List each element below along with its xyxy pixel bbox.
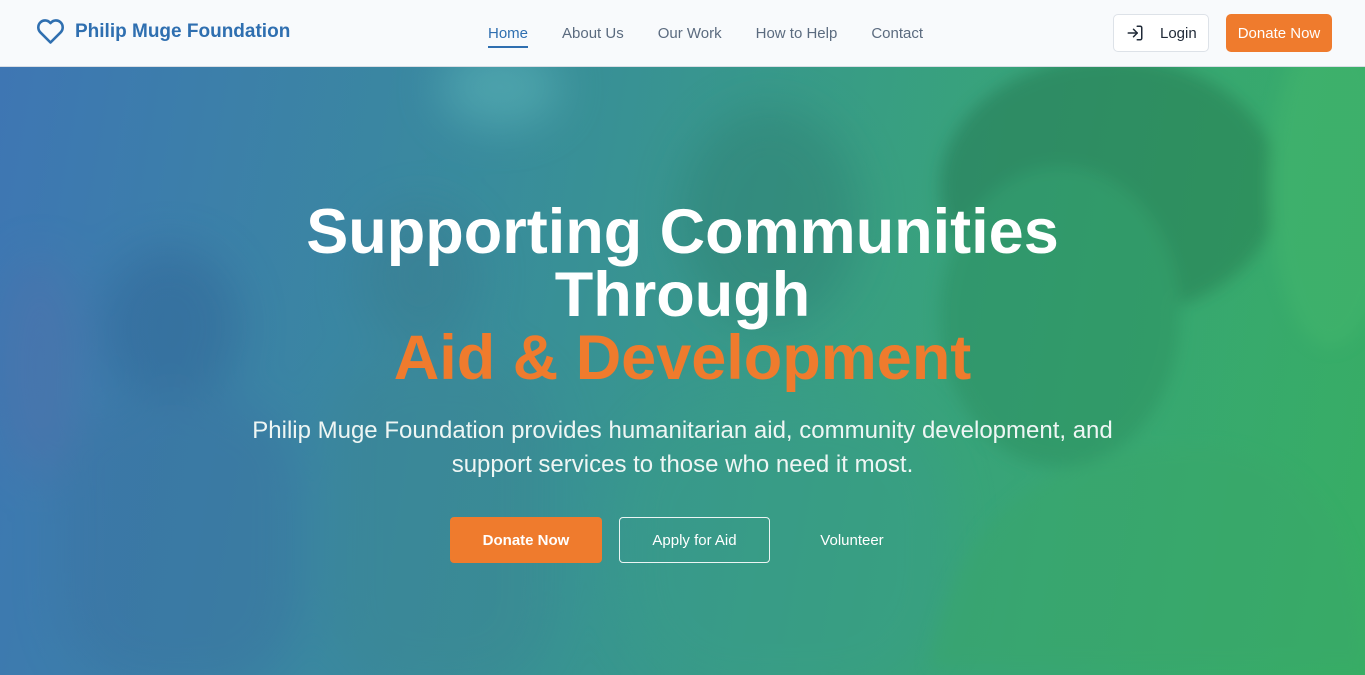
nav-link-home[interactable]: Home: [488, 19, 529, 48]
main-nav: Home About Us Our Work How to Help Conta…: [488, 0, 957, 66]
hero-title-highlight: Aid & Development: [393, 323, 972, 393]
nav-link-contact[interactable]: Contact: [871, 19, 923, 48]
login-button[interactable]: Login: [1113, 14, 1209, 52]
donate-now-nav-button[interactable]: Donate Now: [1226, 14, 1332, 52]
nav-link-how-to-help[interactable]: How to Help: [756, 19, 838, 48]
hero-subtitle: Philip Muge Foundation provides humanita…: [252, 417, 1113, 478]
brand-name: Philip Muge Foundation: [75, 20, 291, 42]
hero-actions: Donate Now Apply for Aid Volunteer: [0, 517, 1365, 563]
navbar: Philip Muge Foundation Home About Us Our…: [0, 0, 1365, 67]
hero-title-line-2: Through: [554, 260, 811, 330]
nav-link-about-us[interactable]: About Us: [562, 19, 624, 48]
login-icon: [1127, 25, 1143, 41]
login-label: Login: [1160, 24, 1197, 42]
hero-title-line-1: Supporting Communities: [306, 197, 1059, 267]
hero-section: Supporting Communities Through Aid & Dev…: [0, 67, 1365, 675]
donate-now-button[interactable]: Donate Now: [450, 517, 602, 563]
brand-logo-link[interactable]: Philip Muge Foundation: [34, 16, 290, 47]
heart-icon: [37, 19, 64, 44]
apply-for-aid-button[interactable]: Apply for Aid: [619, 517, 770, 563]
nav-link-our-work[interactable]: Our Work: [658, 19, 722, 48]
volunteer-button[interactable]: Volunteer: [787, 517, 917, 563]
